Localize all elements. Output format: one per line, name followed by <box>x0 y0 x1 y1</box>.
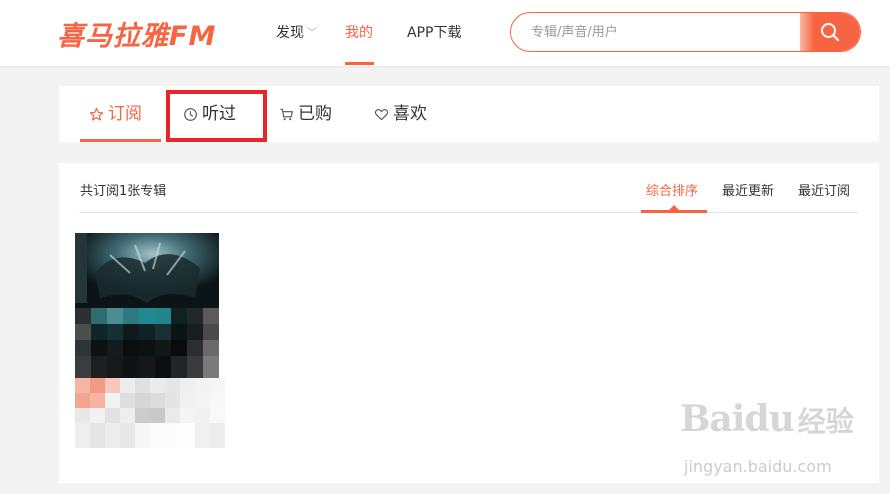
subscription-count: 共订阅1张专辑 <box>80 184 167 199</box>
album-cover-image <box>75 233 219 378</box>
tab-liked[interactable]: 喜欢 <box>374 86 427 142</box>
watermark-brand-cn: 经验 <box>797 405 854 438</box>
top-header: 喜马拉雅FM 发现 ﹀ 我的 APP下载 <box>0 0 890 66</box>
album-cover[interactable] <box>75 233 219 378</box>
chevron-down-icon: ﹀ <box>307 28 317 39</box>
cart-icon <box>280 108 293 120</box>
tab-subscribe[interactable]: 订阅 <box>89 86 142 142</box>
sort-active-indicator <box>641 210 707 213</box>
logo[interactable]: 喜马拉雅FM <box>57 14 216 53</box>
nav-discover-label: 发现 <box>276 25 304 41</box>
tab-subscribe-label: 订阅 <box>108 104 142 124</box>
heart-icon <box>374 108 389 120</box>
tab-history-label: 听过 <box>202 104 236 124</box>
divider <box>79 212 859 213</box>
tab-bought[interactable]: 已购 <box>279 86 332 142</box>
nav-mine[interactable]: 我的 <box>345 0 373 66</box>
search-button[interactable] <box>800 13 860 51</box>
baidu-watermark: Baidu 经验 <box>680 398 854 440</box>
tab-history[interactable]: 听过 <box>183 86 236 142</box>
nav-app-download[interactable]: APP下载 <box>407 0 461 66</box>
sort-caret-icon <box>669 205 679 210</box>
tab-active-indicator <box>80 139 161 142</box>
nav-active-indicator <box>345 62 374 65</box>
watermark-brand: Baidu <box>680 398 795 440</box>
profile-tabs: 订阅 听过 已购 喜欢 <box>59 86 879 142</box>
star-icon <box>89 107 104 121</box>
watermark-url: jingyan.baidu.com <box>684 457 832 476</box>
tab-bought-label: 已购 <box>298 104 332 124</box>
sort-latest-update[interactable]: 最近更新 <box>722 180 774 199</box>
nav-discover[interactable]: 发现 ﹀ <box>276 0 317 66</box>
search-box <box>510 12 861 52</box>
tab-liked-label: 喜欢 <box>393 104 427 124</box>
search-icon <box>821 23 840 42</box>
sort-composite[interactable]: 综合排序 <box>646 180 698 199</box>
album-card[interactable] <box>75 233 225 448</box>
clock-icon <box>184 107 197 121</box>
album-title-blurred[interactable] <box>75 378 225 448</box>
search-input[interactable] <box>531 13 791 51</box>
sort-latest-subscribe[interactable]: 最近订阅 <box>798 180 850 199</box>
